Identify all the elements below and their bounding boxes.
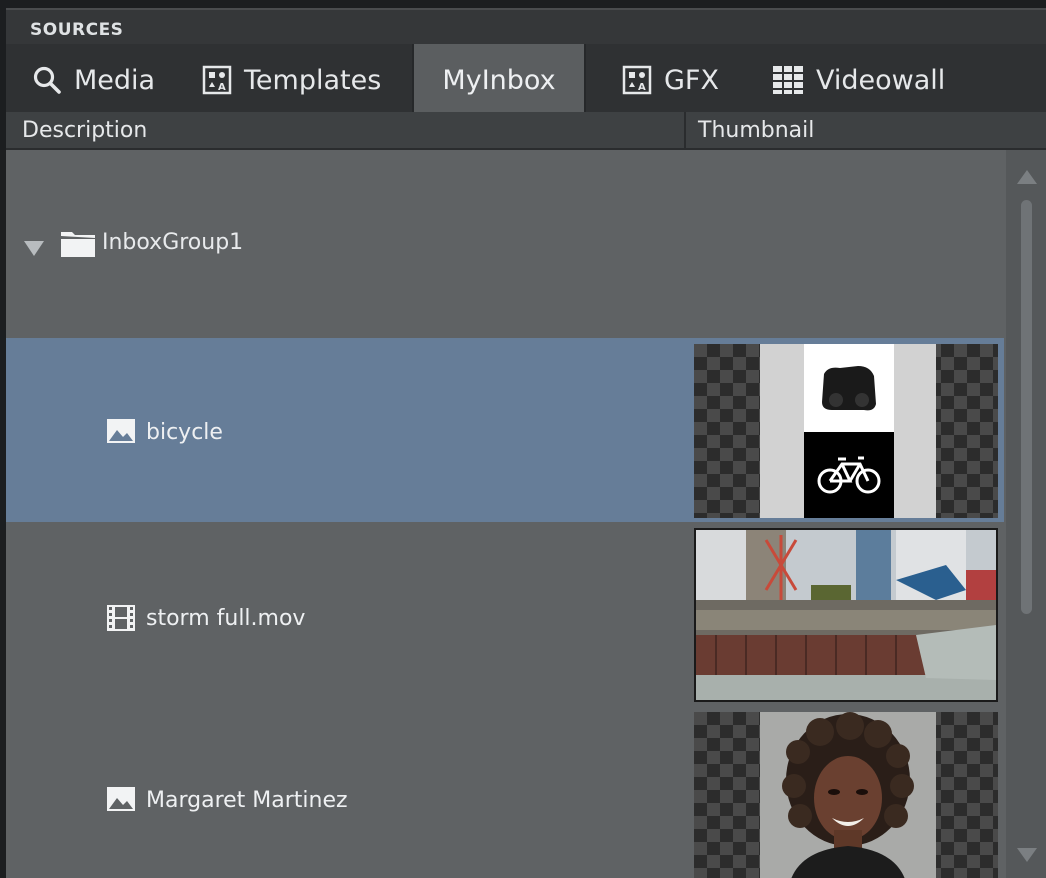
tab-myinbox-label: MyInbox xyxy=(442,64,556,96)
tab-bar: Media A Templates MyInbox A GFX Videowal… xyxy=(6,44,1046,118)
svg-text:A: A xyxy=(218,82,226,93)
item-label: bicycle xyxy=(146,420,223,445)
tab-myinbox[interactable]: MyInbox xyxy=(414,44,584,116)
list-item[interactable]: bicycle xyxy=(6,338,1004,522)
tab-videowall-label: Videowall xyxy=(816,64,946,96)
column-divider[interactable] xyxy=(684,112,686,150)
template-icon: A xyxy=(622,65,652,95)
tab-gfx[interactable]: A GFX xyxy=(622,44,742,116)
tab-templates[interactable]: A Templates xyxy=(202,44,412,116)
group-row[interactable]: InboxGroup1 xyxy=(6,150,1004,338)
tab-videowall[interactable]: Videowall xyxy=(772,44,972,116)
tab-separator xyxy=(584,44,586,116)
list-item[interactable]: Margaret Martinez xyxy=(6,708,1004,878)
image-icon xyxy=(106,416,136,450)
group-label: InboxGroup1 xyxy=(102,230,244,255)
svg-text:A: A xyxy=(638,82,646,93)
thumbnail-bicycle xyxy=(694,344,998,518)
expand-arrow-icon[interactable] xyxy=(24,241,44,256)
tab-media[interactable]: Media xyxy=(32,44,182,116)
vertical-scrollbar[interactable] xyxy=(1006,150,1046,878)
panel-title: SOURCES xyxy=(30,20,124,40)
sources-panel: SOURCES Media A Templates MyInbox A GFX xyxy=(6,8,1046,878)
item-label: storm full.mov xyxy=(146,606,306,631)
tab-templates-label: Templates xyxy=(244,64,382,96)
column-thumbnail[interactable]: Thumbnail xyxy=(698,118,814,143)
scroll-up-arrow-icon[interactable] xyxy=(1017,170,1037,184)
search-icon xyxy=(32,65,62,95)
thumbnail-portrait xyxy=(694,712,998,878)
template-icon: A xyxy=(202,65,232,95)
list-item[interactable]: storm full.mov xyxy=(6,522,1004,708)
column-header: Description Thumbnail xyxy=(6,112,1046,150)
scroll-down-arrow-icon[interactable] xyxy=(1017,848,1037,862)
film-icon xyxy=(106,604,136,636)
scrollbar-thumb[interactable] xyxy=(1021,200,1032,614)
image-icon xyxy=(106,784,136,818)
tab-gfx-label: GFX xyxy=(664,64,719,96)
panel-header: SOURCES xyxy=(6,8,1046,44)
item-label: Margaret Martinez xyxy=(146,788,348,813)
column-description[interactable]: Description xyxy=(22,118,147,143)
tree-list: InboxGroup1 bicycle storm full.mov Marga… xyxy=(6,150,1004,878)
tab-media-label: Media xyxy=(74,64,156,96)
grid-icon xyxy=(772,65,804,95)
folder-icon xyxy=(60,230,96,262)
thumbnail-storm-full xyxy=(694,528,998,702)
